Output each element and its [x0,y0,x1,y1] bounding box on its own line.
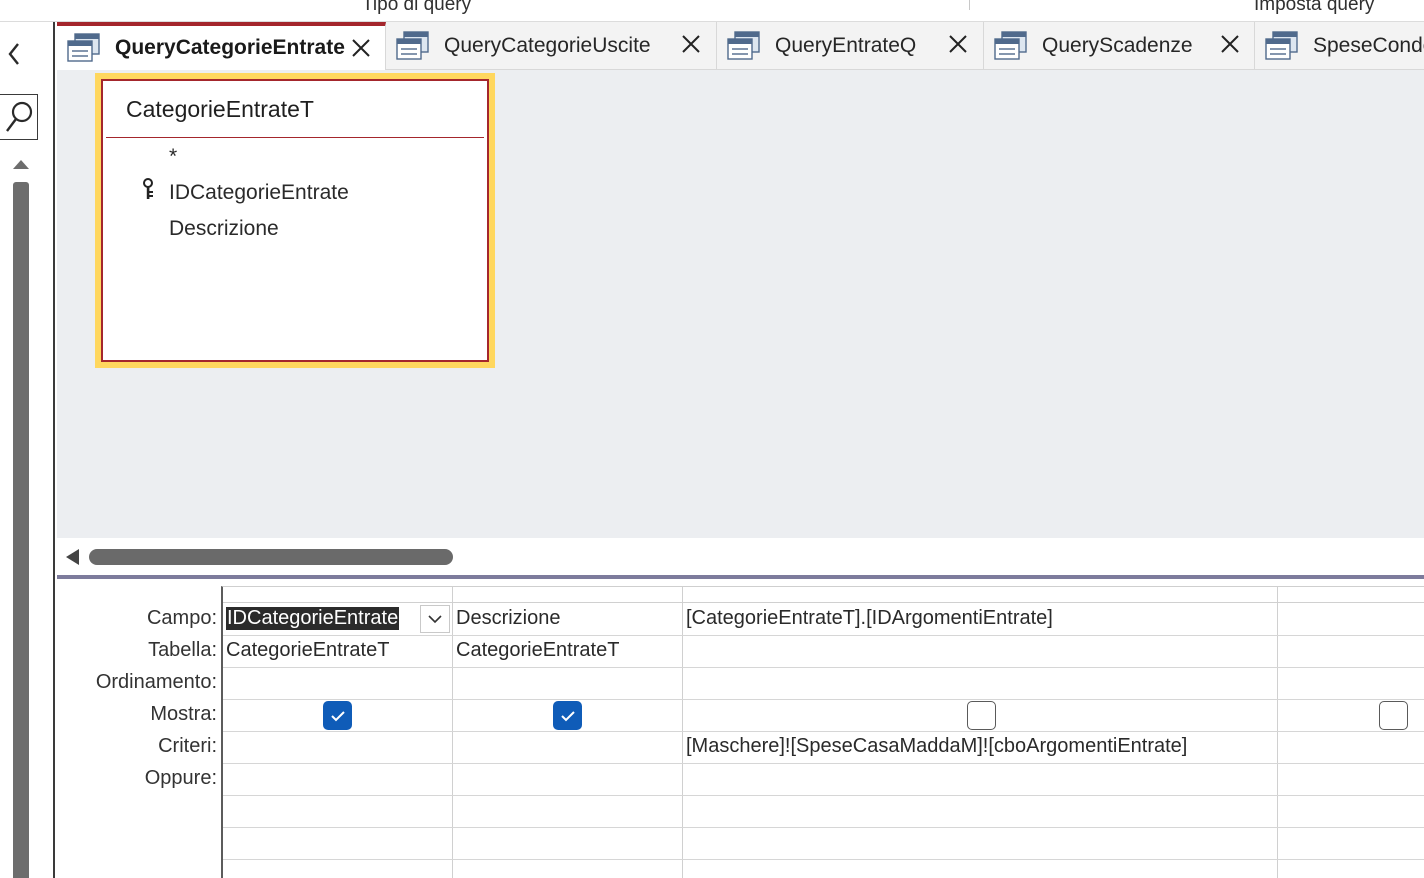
grid-cell-tabella-col2[interactable]: CategorieEntrateT [456,639,619,662]
grid-cell-campo-col3[interactable]: [CategorieEntrateT].[IDArgomentiEntrate] [686,607,1053,630]
ribbon-group-labels: Tipo di query Imposta query [0,0,1424,22]
row-label-tabella: Tabella: [148,639,217,661]
ribbon-group-query-type-label: Tipo di query [362,0,472,15]
field-list-divider [106,137,484,138]
campo-dropdown-button[interactable] [420,605,450,633]
close-tab-button[interactable] [946,32,970,56]
scrollbar-thumb[interactable] [89,549,453,565]
search-icon [5,101,32,132]
tab-spesecondo[interactable]: SpeseCondo [1255,22,1424,70]
tab-label: QueryScadenze [1042,34,1193,57]
scroll-up-arrow-icon[interactable] [13,160,29,169]
navigation-search-button[interactable] [0,94,38,140]
column-divider[interactable] [452,587,453,878]
close-icon [352,39,370,57]
close-icon [1221,35,1239,53]
tab-label: QueryCategorieEntrate [115,36,345,59]
query-design-grid: Campo: Tabella: Ordinamento: Mostra: Cri… [57,579,1424,878]
tab-queryscadenze[interactable]: QueryScadenze [984,22,1255,70]
query-icon [727,31,760,60]
field-list-title[interactable]: CategorieEntrateT [126,96,314,123]
grid-cell-criteri-col3[interactable]: [Maschere]![SpeseCasaMaddaM]![cboArgomen… [686,735,1187,758]
grid-cell-tabella-col1[interactable]: CategorieEntrateT [226,639,389,662]
row-label-campo: Campo: [146,607,217,629]
tab-label: QueryCategorieUscite [444,34,651,57]
tab-label: QueryEntrateQ [775,34,917,57]
grid-cell-campo-col1[interactable]: IDCategorieEntrate [226,607,400,630]
grid-cell-campo-col2[interactable]: Descrizione [456,607,560,630]
close-icon [949,35,967,53]
query-design-table-pane[interactable]: CategorieEntrateT * IDCategorieEntrate D… [57,70,1424,538]
field-all-columns[interactable]: * [169,145,177,169]
tab-querycategorieentrate[interactable]: QueryCategorieEntrate [57,22,386,70]
mostra-checkbox-col1[interactable] [323,701,352,730]
field-idcategorieentrate[interactable]: IDCategorieEntrate [169,181,349,205]
row-divider [223,827,1424,828]
expand-navigation-button[interactable] [0,38,28,70]
scrollbar-thumb[interactable] [13,182,29,878]
tab-querycategorieuscite[interactable]: QueryCategorieUscite [386,22,717,70]
query-icon [994,31,1027,60]
mostra-checkbox-col3[interactable] [967,701,996,730]
row-divider [223,859,1424,860]
row-divider [223,699,1424,700]
close-icon [682,35,700,53]
table-field-list-categorieentratet[interactable]: CategorieEntrateT * IDCategorieEntrate D… [95,73,495,368]
navigation-vertical-scrollbar[interactable] [12,154,29,878]
checkmark-icon [330,710,345,721]
design-pane-horizontal-scrollbar[interactable] [57,538,1424,574]
close-tab-button[interactable] [1218,32,1242,56]
chevron-down-icon [428,615,442,624]
mostra-checkbox-col2[interactable] [553,701,582,730]
row-label-oppure: Oppure: [144,767,217,789]
query-icon [67,33,100,62]
primary-key-icon [143,178,153,199]
row-divider [223,667,1424,668]
grid-row-labels: Campo: Tabella: Ordinamento: Mostra: Cri… [57,579,217,878]
row-divider [223,635,1424,636]
grid-columns: IDCategorieEntrate CategorieEntrateT Des… [221,586,1424,878]
query-icon [396,31,429,60]
tab-queryentrateq[interactable]: QueryEntrateQ [717,22,984,70]
mostra-checkbox-col4[interactable] [1379,701,1408,730]
row-label-criteri: Criteri: [158,735,217,757]
chevron-left-icon [8,43,19,65]
close-tab-button[interactable] [349,36,373,60]
document-tab-bar: QueryCategorieEntrate QueryCategorieUsci… [57,22,1424,70]
ribbon-group-query-setup-label: Imposta query [1254,0,1375,15]
row-divider [223,731,1424,732]
column-divider[interactable] [682,587,683,878]
scroll-left-arrow-icon[interactable] [66,549,79,565]
row-divider [223,795,1424,796]
close-tab-button[interactable] [679,32,703,56]
access-query-design-window: Tipo di query Imposta query QueryCategor… [0,0,1424,878]
row-label-ordinamento: Ordinamento: [95,671,217,693]
checkmark-icon [560,710,575,721]
row-label-mostra: Mostra: [150,703,217,725]
column-divider[interactable] [1277,587,1278,878]
ribbon-separator [969,0,970,10]
column-selector-row[interactable] [223,587,1424,603]
query-icon [1265,31,1298,60]
field-descrizione[interactable]: Descrizione [169,217,279,241]
navigation-pane-collapsed [0,22,55,878]
tab-label: SpeseCondo [1313,34,1424,57]
row-divider [223,763,1424,764]
